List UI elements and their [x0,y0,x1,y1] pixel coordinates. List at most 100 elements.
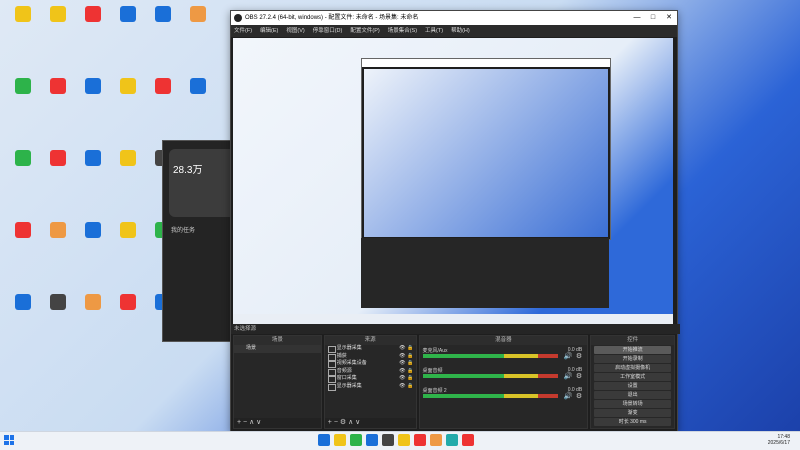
windows-start-icon[interactable] [4,435,14,445]
obs-window[interactable]: OBS 27.2.4 (64-bit, windows) - 配置文件: 未命名… [230,10,680,432]
desktop-icon[interactable] [110,150,146,188]
desktop-icon[interactable] [110,294,146,332]
app-icon [120,222,136,238]
desktop-icon[interactable] [75,294,111,332]
speaker-icon[interactable]: 🔊 [563,392,572,400]
gear-icon[interactable]: ⚙ [576,392,582,400]
source-item[interactable]: 视频采集设备 👁 🔒 [325,360,416,368]
desktop-icon[interactable] [110,78,146,116]
desktop-icon[interactable] [40,294,76,332]
taskbar-app-icon[interactable] [446,434,458,446]
control-button[interactable]: 开始录制 [594,355,672,363]
desktop-icon[interactable] [75,6,111,44]
sources-dock: 来源 显示器采集 👁 🔒 捕获 👁 🔒 视频采集设备 👁 🔒 音频源 👁 🔒 窗口采集 👁 🔒 显示器采集 👁 🔒… [323,335,417,429]
eye-icon[interactable]: 👁 [399,345,405,353]
desktop-icon[interactable] [180,6,216,44]
obs-preview[interactable] [233,38,673,324]
source-label: 显示器采集 [336,382,362,389]
desktop-icon[interactable] [75,78,111,116]
widget-card: 28.3万 [169,149,237,217]
speaker-icon[interactable]: 🔊 [563,372,572,380]
eye-icon[interactable]: 👁 [399,375,405,383]
app-icon [15,294,31,310]
desktop-icon[interactable] [5,78,41,116]
desktop-icon[interactable] [145,6,181,44]
taskbar-app-icon[interactable] [350,434,362,446]
speaker-icon[interactable]: 🔊 [563,352,572,360]
menu-item[interactable]: 文件(F) [234,25,252,37]
control-button[interactable]: 设置 [594,382,672,390]
source-item[interactable]: 显示器采集 👁 🔒 [325,345,416,353]
controls-title: 控件 [591,336,675,345]
mixer-title: 混音器 [419,336,588,345]
desktop-icon[interactable] [180,78,216,116]
volume-meter[interactable] [422,374,559,378]
mixer-dock: 混音器 麦克风/Aux 0.0 dB 🔊 ⚙ 桌面音频 0.0 dB 🔊 ⚙ 桌面音频 2 0.0… [418,335,589,429]
maximize-icon[interactable]: □ [645,11,661,25]
taskbar-app-icon[interactable] [414,434,426,446]
control-button[interactable]: 开始推流 [594,346,672,354]
desktop-icon[interactable] [40,78,76,116]
gear-icon[interactable]: ⚙ [576,352,582,360]
menu-item[interactable]: 工具(T) [425,25,443,37]
taskbar-app-icon[interactable] [430,434,442,446]
source-item[interactable]: 捕获 👁 🔒 [325,353,416,361]
app-icon [85,294,101,310]
obs-titlebar[interactable]: OBS 27.2.4 (64-bit, windows) - 配置文件: 未命名… [231,11,677,25]
lock-icon[interactable]: 🔒 [407,353,413,361]
desktop-icon[interactable] [5,294,41,332]
desktop-icon[interactable] [5,150,41,188]
desktop-icon[interactable] [40,150,76,188]
desktop-icon[interactable] [5,6,41,44]
desktop-icon[interactable] [75,222,111,260]
volume-meter[interactable] [422,354,559,358]
desktop-icon[interactable] [40,222,76,260]
source-item[interactable]: 音频源 👁 🔒 [325,368,416,376]
transition-type-select[interactable]: 渐变 [594,409,672,417]
transition-duration-field[interactable]: 时长 300 ms [594,418,672,426]
eye-icon[interactable]: 👁 [399,383,405,391]
lock-icon[interactable]: 🔒 [407,345,413,353]
eye-icon[interactable]: 👁 [399,368,405,376]
control-button[interactable]: 启动虚拟摄像机 [594,364,672,372]
lock-icon[interactable]: 🔒 [407,368,413,376]
gear-icon[interactable]: ⚙ [576,372,582,380]
lock-icon[interactable]: 🔒 [407,383,413,391]
clock[interactable]: 17:48 2025/6/17 [768,434,790,446]
menu-item[interactable]: 停靠窗口(D) [313,25,343,37]
taskbar-app-icon[interactable] [334,434,346,446]
desktop-icon[interactable] [145,78,181,116]
source-item[interactable]: 显示器采集 👁 🔒 [325,383,416,391]
desktop-icon[interactable] [75,150,111,188]
taskbar-app-icon[interactable] [398,434,410,446]
taskbar-app-icon[interactable] [382,434,394,446]
control-button[interactable]: 工作室模式 [594,373,672,381]
menu-item[interactable]: 帮助(H) [451,25,470,37]
menu-item[interactable]: 编辑(E) [260,25,278,37]
taskbar-app-icon[interactable] [318,434,330,446]
lock-icon[interactable]: 🔒 [407,375,413,383]
desktop-icon[interactable] [40,6,76,44]
scene-item[interactable]: 场景 [234,345,321,353]
desktop-icon[interactable] [110,6,146,44]
scenes-toolbar[interactable]: + − ∧ ∨ [234,418,321,428]
app-icon [50,294,66,310]
eye-icon[interactable]: 👁 [399,353,405,361]
lock-icon[interactable]: 🔒 [407,360,413,368]
app-icon [85,78,101,94]
taskbar-app-icon[interactable] [366,434,378,446]
desktop-icon[interactable] [110,222,146,260]
source-item[interactable]: 窗口采集 👁 🔒 [325,375,416,383]
close-icon[interactable]: ✕ [661,11,677,25]
volume-meter[interactable] [422,394,559,398]
minimize-icon[interactable]: — [629,11,645,25]
preview-nested-obs [361,58,611,240]
menu-item[interactable]: 配置文件(P) [350,25,379,37]
control-button[interactable]: 退出 [594,391,672,399]
eye-icon[interactable]: 👁 [399,360,405,368]
menu-item[interactable]: 视图(V) [286,25,304,37]
taskbar-app-icon[interactable] [462,434,474,446]
sources-toolbar[interactable]: + − ⚙ ∧ ∨ [324,418,416,428]
menu-item[interactable]: 场景集合(S) [388,25,417,37]
desktop-icon[interactable] [5,222,41,260]
